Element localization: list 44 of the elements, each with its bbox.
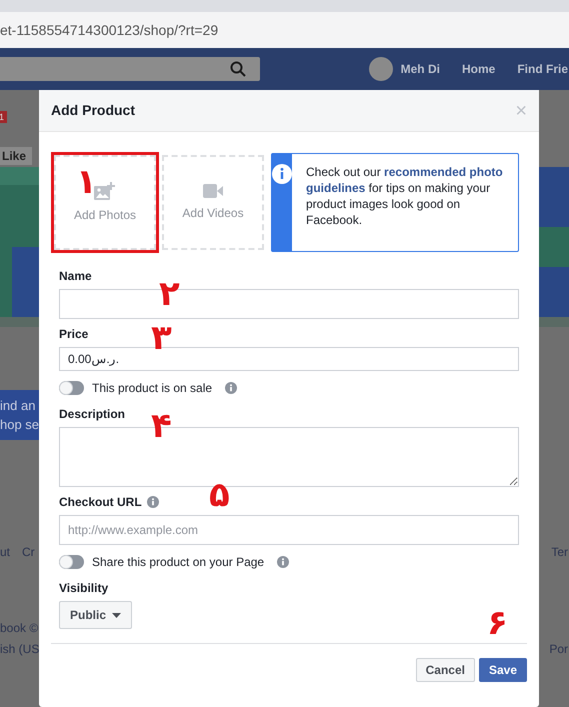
info-icon [146, 496, 159, 508]
caret-icon [112, 612, 122, 618]
dialog-title: Add Product [51, 101, 135, 120]
toggle-label: This product is on sale [92, 380, 212, 397]
info-icon [277, 556, 290, 568]
field-label: Name [59, 269, 92, 283]
search-icon [230, 61, 246, 77]
banner-text: hop se [0, 416, 40, 434]
annotation-number: ۶ [487, 606, 508, 640]
field-label: Checkout URL [59, 495, 142, 509]
video-camera-icon [203, 184, 223, 198]
add-videos-button[interactable]: Add Videos [159, 152, 267, 253]
annotation-number: ۵ [209, 478, 230, 512]
search-field[interactable] [0, 57, 260, 81]
cancel-button[interactable]: Cancel [416, 658, 475, 682]
toggle-switch[interactable] [59, 381, 84, 395]
notification-badge: 1 [0, 111, 8, 123]
user-name[interactable]: Meh Di [400, 60, 440, 78]
address-url: et-1158554714300123/shop/?rt=29 [0, 20, 218, 40]
annotation-number: ١ [76, 165, 97, 199]
annotation-number: ٢ [159, 277, 180, 311]
footer-link[interactable]: ut [0, 543, 10, 561]
info-text: Check out our recommended photo guidelines for tips on making your product images look good on Facebook. [305, 164, 504, 229]
save-button[interactable]: Save [478, 658, 527, 682]
field-label: Visibility [59, 581, 108, 595]
footer-link[interactable]: Ter [551, 543, 568, 561]
url-field[interactable]: http://www.example.com [59, 515, 519, 545]
footer-link[interactable]: Por [549, 640, 568, 658]
like-button[interactable]: Like [0, 147, 32, 165]
footer-text: ish (US [0, 641, 40, 658]
photo-icon [94, 182, 116, 200]
toggle-label: Share this product on your Page [92, 554, 264, 571]
field-label: Price [59, 327, 88, 341]
footer-text: book © [0, 621, 38, 635]
nav-link[interactable]: Home [462, 60, 496, 78]
nav-link[interactable]: Find Frie [517, 60, 568, 78]
toggle-switch[interactable] [59, 555, 84, 569]
banner-text: ind an [0, 397, 36, 415]
avatar[interactable] [368, 57, 393, 81]
annotation-number: ۴ [151, 409, 172, 443]
visibility-dropdown[interactable]: Public [59, 601, 132, 629]
info-icon [225, 382, 238, 394]
footer-link[interactable]: Cr [22, 543, 35, 561]
field-label: Description [59, 407, 126, 421]
